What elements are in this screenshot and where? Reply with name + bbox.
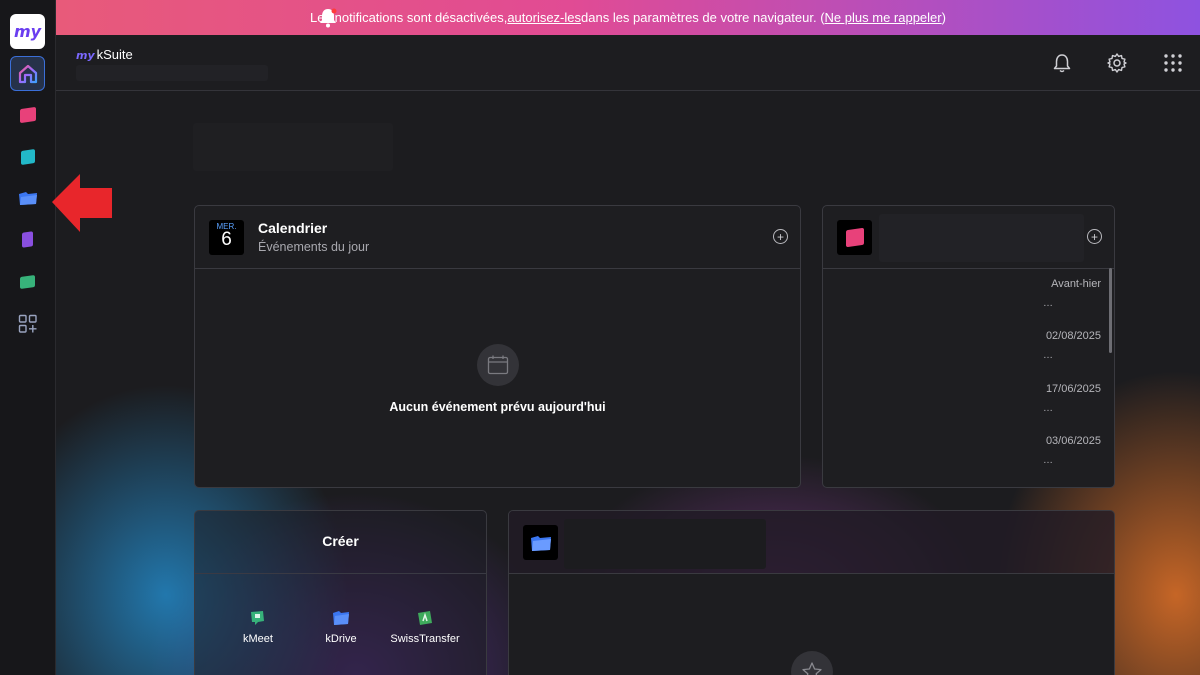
create-app-label: SwissTransfer <box>390 633 460 645</box>
brand-name: kSuite <box>96 47 133 62</box>
kdrive-icon <box>333 611 349 625</box>
banner-allow-link[interactable]: autorisez-les <box>507 10 581 25</box>
add-event-button[interactable]: + <box>773 229 788 244</box>
create-swisstransfer-button[interactable]: SwissTransfer <box>387 609 463 645</box>
rail-item-apps-add[interactable] <box>10 306 45 341</box>
mail-title-placeholder <box>879 214 1084 262</box>
kdrive-title-placeholder <box>564 519 766 569</box>
mail-date: 17/06/2025 <box>1045 383 1101 395</box>
welcome-placeholder <box>193 123 393 171</box>
mail-snippet-truncated: … <box>1043 455 1053 466</box>
bell-icon <box>320 8 337 28</box>
create-card: Créer kMeet kDrive SwissTransfer <box>194 510 487 675</box>
calendar-card: MER. 6 Calendrier Événements du jour + A… <box>194 205 801 488</box>
create-app-label: kDrive <box>325 633 357 645</box>
mail-scrollbar[interactable] <box>1109 268 1112 353</box>
notifications-bell-icon[interactable] <box>1051 52 1073 74</box>
notification-banner: Les notifications sont désactivées, auto… <box>56 0 1200 35</box>
app-grid-icon[interactable] <box>1162 52 1184 74</box>
mail-snippet-truncated: … <box>1043 298 1053 309</box>
banner-dismiss-link[interactable]: Ne plus me rappeler <box>825 10 942 25</box>
mail-snippet-truncated: … <box>1043 403 1053 414</box>
kdrive-card <box>508 510 1115 675</box>
no-events-message: Aucun événement prévu aujourd'hui <box>389 400 606 414</box>
top-header: my kSuite <box>56 35 1200 91</box>
swisstransfer-icon <box>418 611 432 625</box>
mail-date: 03/06/2025 <box>1045 435 1101 447</box>
brand-prefix: my <box>76 49 95 62</box>
banner-text-after: ) <box>941 10 946 25</box>
mail-date: Avant-hier <box>1051 278 1101 290</box>
star-icon <box>802 662 822 675</box>
app-rail: my <box>0 0 56 675</box>
banner-text-before: Les notifications sont désactivées, <box>310 10 508 25</box>
mail-app-thumb <box>837 220 872 255</box>
home-icon <box>18 64 37 83</box>
create-kdrive-button[interactable]: kDrive <box>316 609 366 645</box>
notes-app-icon <box>22 231 33 248</box>
empty-calendar-illustration <box>477 344 519 386</box>
rail-item-calendar[interactable] <box>10 139 45 174</box>
divider <box>195 573 486 574</box>
mail-cube-icon <box>845 227 864 248</box>
banner-text-middle: dans les paramètres de votre navigateur.… <box>581 10 825 25</box>
plus-icon: + <box>776 229 784 244</box>
calendar-card-header: MER. 6 Calendrier Événements du jour + <box>195 206 800 269</box>
compose-mail-button[interactable]: + <box>1087 229 1102 244</box>
rail-item-kdrive[interactable] <box>10 180 45 215</box>
plus-icon: + <box>1090 229 1098 244</box>
mail-app-icon <box>19 106 36 123</box>
kdrive-folder-icon <box>530 535 551 551</box>
rail-item-mail[interactable] <box>10 97 45 132</box>
account-placeholder <box>76 65 268 81</box>
rail-item-kchat[interactable] <box>10 264 45 299</box>
calendar-icon <box>487 355 509 375</box>
create-card-title: Créer <box>322 533 359 549</box>
calendar-card-subtitle: Événements du jour <box>258 240 370 254</box>
mail-card-header: + <box>823 206 1114 269</box>
mail-list: Avant-hier … 02/08/2025 … 17/06/2025 … 0… <box>1033 268 1114 487</box>
mykSuite-logo[interactable]: my <box>10 14 45 49</box>
add-apps-icon <box>18 314 37 333</box>
date-day-number: 6 <box>221 229 232 250</box>
kdrive-card-header <box>509 511 1114 574</box>
calendar-app-icon <box>20 148 35 165</box>
date-badge: MER. 6 <box>209 220 244 255</box>
settings-gear-icon[interactable] <box>1106 52 1128 74</box>
kdrive-app-thumb <box>523 525 558 560</box>
mail-snippet-truncated: … <box>1043 350 1053 361</box>
pointer-arrow-icon <box>52 174 112 232</box>
kmeet-icon <box>251 611 264 625</box>
brand-logo[interactable]: my kSuite <box>76 47 133 62</box>
kchat-app-icon <box>20 274 35 289</box>
mail-card: + Avant-hier … 02/08/2025 … 17/06/2025 …… <box>822 205 1115 488</box>
rail-item-notes[interactable] <box>10 222 45 257</box>
calendar-card-title[interactable]: Calendrier <box>258 220 327 236</box>
kdrive-app-icon <box>18 191 37 205</box>
rail-item-home[interactable] <box>10 56 45 91</box>
mail-date: 02/08/2025 <box>1045 330 1101 342</box>
create-kmeet-button[interactable]: kMeet <box>233 609 283 645</box>
create-app-label: kMeet <box>243 633 273 645</box>
